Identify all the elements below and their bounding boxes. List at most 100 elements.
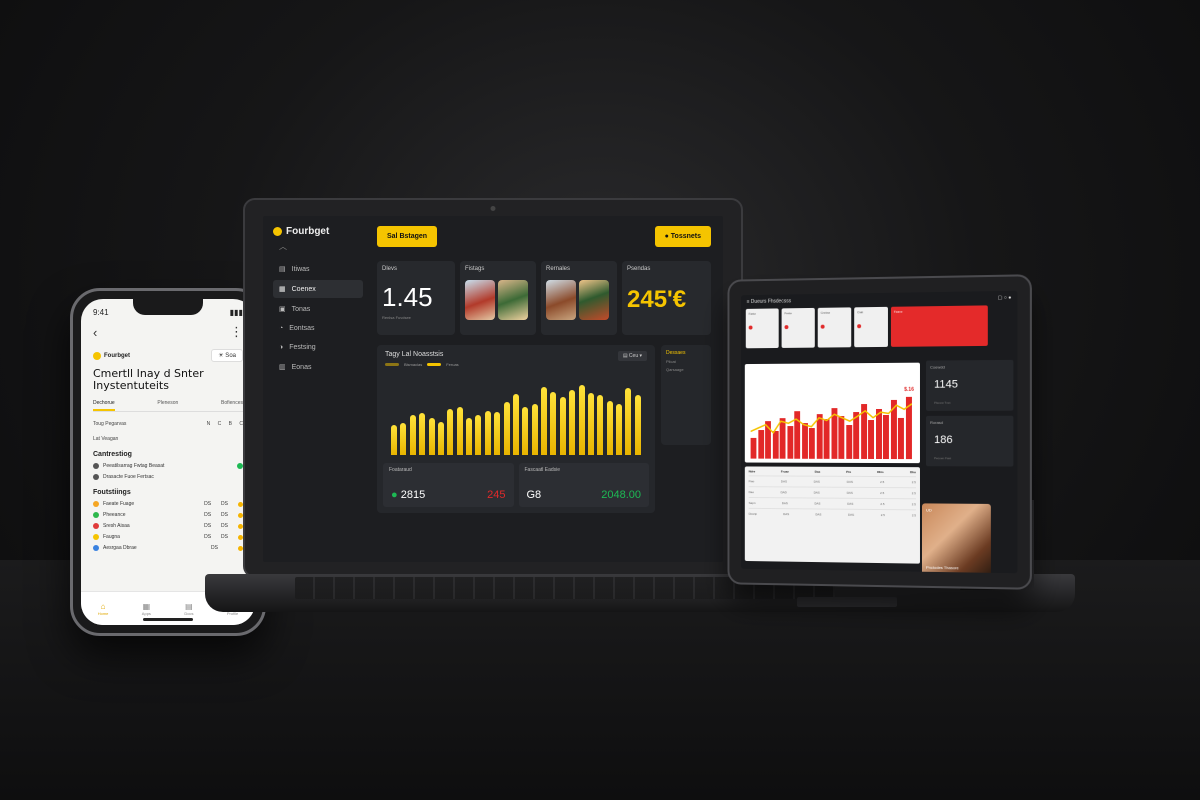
tablet-photo[interactable]: UD Pnctodes Thasore xyxy=(922,503,991,573)
chart-bar[interactable] xyxy=(532,404,538,455)
chart-bar[interactable] xyxy=(447,409,453,455)
chart-bar[interactable] xyxy=(560,397,566,455)
column-header[interactable]: Fruae xyxy=(781,470,789,474)
chart-bar[interactable] xyxy=(522,407,528,455)
chart-bar[interactable] xyxy=(504,402,510,455)
chart-bar[interactable] xyxy=(466,418,472,455)
column-header[interactable]: Dhis xyxy=(877,470,883,474)
tablet-screen: ≡ Dueurs Fhsdecsss ▢ ○ ● Faste Feste Cre… xyxy=(741,291,1018,574)
phone-tab-3[interactable]: Bofiences xyxy=(221,400,243,411)
chart-bar[interactable] xyxy=(438,422,444,455)
secondary-button[interactable]: ● Tossnets xyxy=(655,226,711,247)
bottom-nav-label: Home xyxy=(98,611,109,616)
table-row[interactable]: Dcanp DAS DAS DAS 2.5 2.5 xyxy=(749,508,916,521)
chart-bar[interactable] xyxy=(597,395,603,455)
chart-bar[interactable] xyxy=(429,418,435,455)
chart-bar[interactable] xyxy=(513,394,519,455)
chart-bar[interactable] xyxy=(625,388,631,455)
list-item[interactable]: Peeatilsarrag Fwtag Beasat xyxy=(93,463,243,469)
chart-bar[interactable] xyxy=(400,423,406,455)
column-header[interactable]: Daa xyxy=(815,470,820,474)
sidebar-item-4[interactable]: ◔ Eontsas xyxy=(273,320,363,337)
chart-bar[interactable] xyxy=(410,415,416,455)
chevron-up-icon[interactable]: ︿ xyxy=(279,241,363,252)
column-header[interactable]: Pra xyxy=(846,470,851,474)
sidebar-item-5[interactable]: ◑ Festsing xyxy=(273,339,363,356)
metric-card-1[interactable]: Coewdd 1145 Plsecw Tnet xyxy=(926,360,1013,411)
phone-chip[interactable]: ☀ Soa xyxy=(211,349,243,362)
thumbnail-image[interactable] xyxy=(546,280,576,320)
stat-box-2[interactable]: Fascaatl Eadsie G8 2048.00 xyxy=(519,463,650,507)
stat-card-2[interactable]: Psendas 245'€ xyxy=(622,261,711,335)
chart-bar[interactable] xyxy=(391,425,397,455)
chart-bar[interactable] xyxy=(579,385,585,455)
chart-dropdown[interactable]: ▤ Ceu ▾ xyxy=(618,351,647,361)
column-header[interactable]: Ndre xyxy=(749,469,756,473)
column-header[interactable]: Dhu xyxy=(910,470,916,474)
stat-value-text: 2815 xyxy=(401,489,425,501)
image-card-2[interactable]: Rernales xyxy=(541,261,617,335)
bottom-nav-apps[interactable]: ▦ Apps xyxy=(142,602,151,616)
tablet-card-highlight[interactable]: Feane xyxy=(891,305,988,346)
chart-bar[interactable] xyxy=(588,393,594,455)
stat-box-1[interactable]: Foataraud ● 2815 245 xyxy=(383,463,514,507)
sidebar-item-1[interactable]: ▤ Itiwas xyxy=(273,260,363,278)
tablet-card[interactable]: Crettse xyxy=(818,307,851,347)
card-sub: Renlsa Fuvdsee xyxy=(382,315,450,320)
window-controls-icon[interactable]: ▢ ○ ● xyxy=(997,295,1011,301)
sidebar-item-6[interactable]: ▥ Eonas xyxy=(273,358,363,376)
bottom-nav-label: Apps xyxy=(142,611,151,616)
more-icon[interactable]: ⋮ xyxy=(230,324,243,340)
chart-bar[interactable] xyxy=(419,413,425,455)
back-icon[interactable]: ‹ xyxy=(93,325,97,340)
thumbnails xyxy=(546,280,612,320)
list-item[interactable]: Faugna DS DS xyxy=(93,534,243,540)
home-icon: ⌂ xyxy=(101,602,106,611)
phone-row1-icons: N C B C xyxy=(201,421,243,427)
phone-tab-1[interactable]: Dechorue xyxy=(93,400,115,411)
chart-bar[interactable] xyxy=(635,395,641,455)
list-item[interactable]: Pheeance DS DS xyxy=(93,512,243,518)
primary-button[interactable]: Sal Bstagen xyxy=(377,226,437,247)
chart-bar[interactable] xyxy=(475,415,481,455)
phone-title-line2: Inystentuteits xyxy=(93,380,243,392)
row-icon[interactable]: B xyxy=(229,421,232,427)
row-icon[interactable]: N xyxy=(207,421,211,427)
chart-bar[interactable] xyxy=(616,404,622,455)
list-item-label: Faugna xyxy=(103,534,120,540)
thumbnail-image[interactable] xyxy=(498,280,528,320)
chart-bar[interactable] xyxy=(485,411,491,455)
chart-bar[interactable] xyxy=(457,407,463,455)
card-label: Dlevs xyxy=(382,266,450,272)
sidebar-item-3[interactable]: ▣ Tonas xyxy=(273,300,363,318)
chart-bar[interactable] xyxy=(494,412,500,455)
list-item[interactable]: Faeate Fuage DS DS xyxy=(93,501,243,507)
laptop-topbar: Sal Bstagen ● Tossnets xyxy=(377,226,711,247)
bottom-nav-home[interactable]: ⌂ Home xyxy=(98,602,109,616)
table-cell: DAS xyxy=(848,513,854,517)
list-item[interactable]: Drasacte Fuoe Fertsac xyxy=(93,474,243,480)
phone-tab-2[interactable]: Pleneson xyxy=(157,400,178,411)
tablet-card[interactable]: Feste xyxy=(782,308,815,348)
metric-card-2[interactable]: Rorasd 186 Pecoen Fast xyxy=(926,416,1013,467)
chart-bar[interactable] xyxy=(550,392,556,455)
side-panel[interactable]: Dessaes Plicat Qarsaage xyxy=(661,345,711,445)
sidebar-item-2[interactable]: ▦ Coenex xyxy=(273,280,363,298)
thumbnail-image[interactable] xyxy=(579,280,609,320)
list-item-value: DS xyxy=(204,512,211,518)
stat-card-1[interactable]: Dlevs 1.45 Renlsa Fuvdsee xyxy=(377,261,455,335)
list-item[interactable]: Aesrgaa Dbrae DS xyxy=(93,545,243,551)
chart-bar[interactable] xyxy=(541,387,547,455)
tablet-card[interactable]: Cialt xyxy=(854,307,888,347)
thumbnail-image[interactable] xyxy=(465,280,495,320)
phone-row2-label: Lat Veagan xyxy=(93,436,118,442)
row-icon[interactable]: C xyxy=(218,421,222,427)
chart-bar[interactable] xyxy=(607,401,613,455)
image-card-1[interactable]: Fistags xyxy=(460,261,536,335)
phone-row-1: Toug Pegarvas N C B C xyxy=(93,421,243,427)
laptop-screen: Fourbget ︿ ▤ Itiwas ▦ Coenex ▣ Tonas ◔ Eonts… xyxy=(263,216,723,562)
list-item[interactable]: Sresh Aisaa DS DS xyxy=(93,523,243,529)
bottom-nav-docs[interactable]: ▤ Docs xyxy=(184,602,193,616)
chart-bar[interactable] xyxy=(569,390,575,455)
tablet-card[interactable]: Faste xyxy=(746,308,779,348)
